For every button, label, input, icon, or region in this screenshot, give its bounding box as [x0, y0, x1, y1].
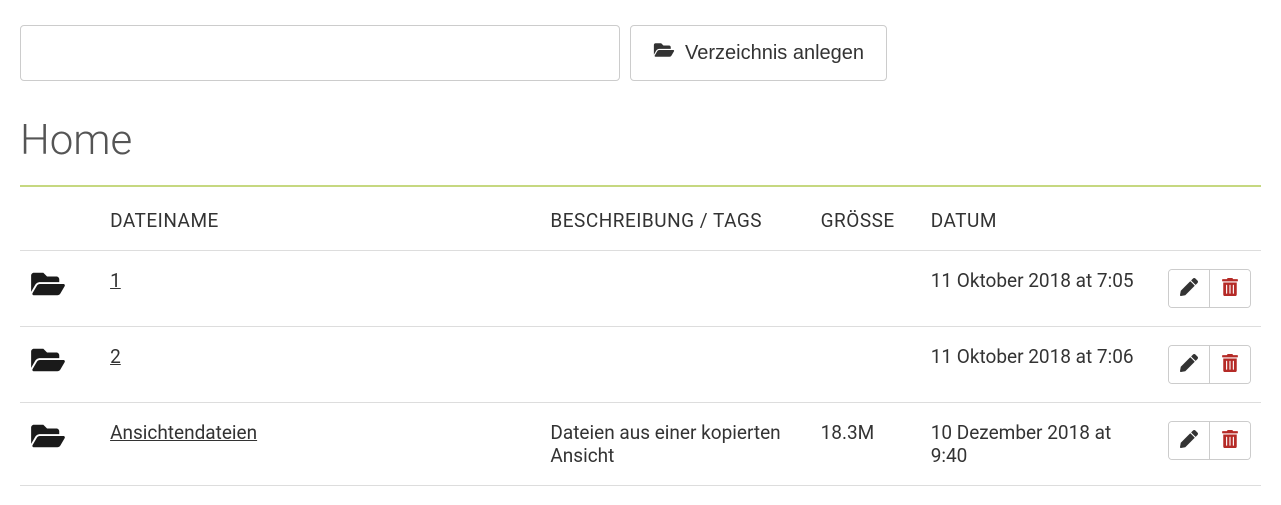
col-header-icon [20, 187, 100, 251]
file-table: DATEINAME BESCHREIBUNG / TAGS GRÖSSE DAT… [20, 187, 1261, 486]
create-directory-button-label: Verzeichnis anlegen [685, 42, 864, 65]
row-size [811, 251, 921, 327]
row-action-group [1168, 345, 1251, 384]
folder-open-icon [30, 345, 90, 375]
row-description [540, 251, 810, 327]
row-size [811, 327, 921, 403]
edit-button[interactable] [1169, 346, 1209, 383]
col-header-size: GRÖSSE [811, 187, 921, 251]
folder-open-icon [30, 269, 90, 299]
create-directory-row: Verzeichnis anlegen [20, 25, 1261, 81]
table-row: Ansichtendateien Dateien aus einer kopie… [20, 403, 1261, 486]
create-directory-button[interactable]: Verzeichnis anlegen [630, 25, 887, 81]
trash-icon [1221, 430, 1239, 451]
folder-name-link[interactable]: 2 [110, 345, 121, 368]
col-header-actions [1151, 187, 1261, 251]
folder-open-icon [653, 41, 675, 65]
row-action-group [1168, 269, 1251, 308]
table-row: 2 11 Oktober 2018 at 7:06 [20, 327, 1261, 403]
edit-button[interactable] [1169, 270, 1209, 307]
folder-name-link[interactable]: 1 [110, 269, 121, 292]
delete-button[interactable] [1209, 270, 1250, 307]
col-header-date: DATUM [921, 187, 1151, 251]
pencil-icon [1180, 430, 1198, 451]
pencil-icon [1180, 354, 1198, 375]
delete-button[interactable] [1209, 422, 1250, 459]
row-date: 11 Oktober 2018 at 7:06 [921, 327, 1151, 403]
row-date: 10 Dezember 2018 at 9:40 [921, 403, 1151, 486]
pencil-icon [1180, 278, 1198, 299]
col-header-description: BESCHREIBUNG / TAGS [540, 187, 810, 251]
table-row: 1 11 Oktober 2018 at 7:05 [20, 251, 1261, 327]
row-description: Dateien aus einer kopierten Ansicht [540, 403, 810, 486]
row-action-group [1168, 421, 1251, 460]
edit-button[interactable] [1169, 422, 1209, 459]
row-date: 11 Oktober 2018 at 7:05 [921, 251, 1151, 327]
directory-name-input[interactable] [20, 25, 620, 81]
folder-open-icon [30, 421, 90, 451]
folder-name-link[interactable]: Ansichtendateien [110, 421, 257, 444]
page-title: Home [20, 116, 1261, 165]
col-header-filename: DATEINAME [100, 187, 540, 251]
trash-icon [1221, 278, 1239, 299]
row-description [540, 327, 810, 403]
row-size: 18.3M [811, 403, 921, 486]
delete-button[interactable] [1209, 346, 1250, 383]
trash-icon [1221, 354, 1239, 375]
